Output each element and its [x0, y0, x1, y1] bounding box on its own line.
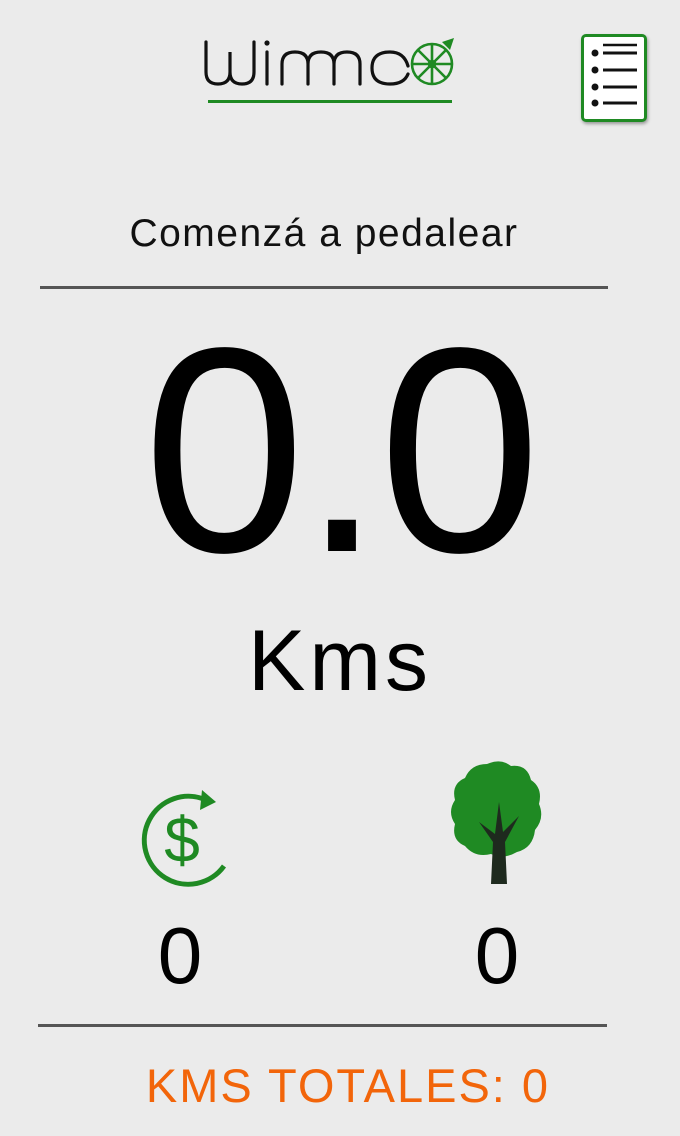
- app-screen: Comenzá a pedalear 0.0 Kms $ 0 0 KMS TOT…: [0, 0, 680, 1136]
- dollar-refresh-icon: $: [141, 790, 227, 887]
- status-message: Comenzá a pedalear: [129, 212, 519, 255]
- divider-bottom: [38, 1024, 607, 1027]
- wimc-logo: [196, 30, 468, 134]
- total-kms-label: KMS TOTALES: 0: [145, 1059, 551, 1112]
- distance-unit: Kms: [248, 613, 432, 709]
- svg-text:$: $: [164, 804, 200, 876]
- money-saved-value: 0: [157, 911, 203, 1000]
- money-saved-stat: $ 0: [80, 782, 280, 1000]
- tree-icon: [451, 761, 542, 884]
- trees-saved-stat: 0: [397, 758, 597, 1000]
- distance-value: 0.0: [143, 287, 541, 613]
- list-icon: [591, 43, 637, 107]
- menu-button[interactable]: [581, 34, 647, 122]
- trees-saved-value: 0: [474, 911, 520, 1000]
